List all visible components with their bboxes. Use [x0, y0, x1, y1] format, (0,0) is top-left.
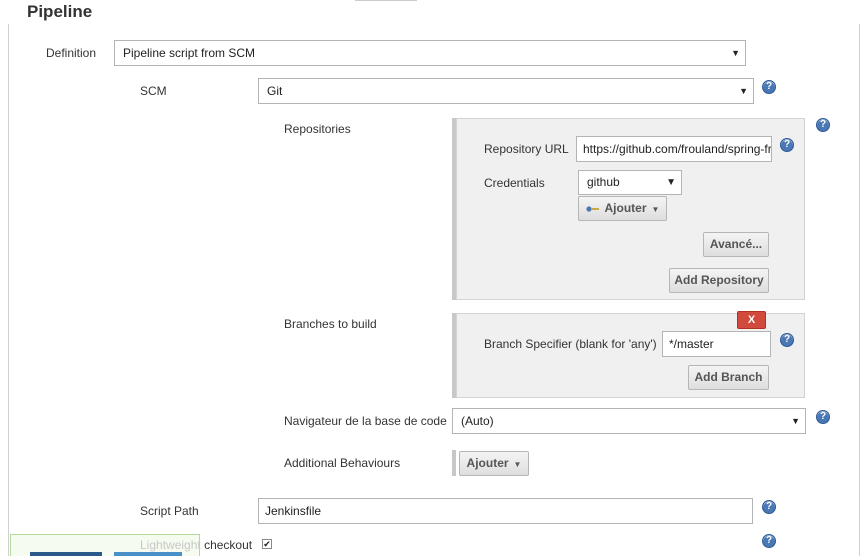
definition-label: Definition	[46, 46, 97, 60]
script-path-input[interactable]: Jenkinsfile	[258, 498, 753, 524]
add-repository-button[interactable]: Add Repository	[669, 268, 769, 293]
chevron-down-icon: ▼	[666, 177, 676, 188]
section-title: Pipeline	[27, 2, 93, 21]
add-credentials-label: Ajouter	[604, 201, 647, 215]
add-behaviour-label: Ajouter	[466, 456, 509, 470]
definition-select[interactable]: Pipeline script from SCM ▼	[114, 40, 746, 66]
script-path-label: Script Path	[140, 504, 199, 518]
repository-url-label: Repository URL	[484, 142, 569, 156]
help-icon[interactable]: ?	[762, 80, 776, 94]
add-credentials-button[interactable]: Ajouter ▼	[578, 196, 667, 221]
add-branch-button[interactable]: Add Branch	[688, 365, 769, 390]
browser-value: (Auto)	[461, 414, 494, 428]
lightweight-label-faded: Lightweight	[140, 538, 201, 552]
chevron-down-icon: ▼	[739, 86, 748, 96]
chevron-down-icon: ▼	[651, 205, 660, 214]
section-border-right	[859, 24, 860, 556]
branch-specifier-input[interactable]: */master	[662, 331, 771, 357]
branches-label: Branches to build	[284, 317, 377, 331]
help-icon[interactable]: ?	[780, 333, 794, 347]
help-icon[interactable]: ?	[816, 410, 830, 424]
browser-select[interactable]: (Auto) ▼	[452, 408, 806, 434]
help-icon[interactable]: ?	[762, 534, 776, 548]
scm-value: Git	[267, 84, 283, 98]
tab-divider	[355, 0, 417, 1]
behaviours-panel-bar	[452, 450, 456, 476]
repositories-label: Repositories	[284, 122, 351, 136]
lightweight-checkout-label: Lightweight checkout	[140, 538, 252, 552]
lightweight-label: checkout	[204, 538, 253, 552]
credentials-select[interactable]: github ▼	[578, 170, 682, 195]
add-behaviour-button[interactable]: Ajouter ▼	[459, 451, 529, 476]
lightweight-checkbox[interactable]: ✔	[262, 539, 272, 549]
definition-value: Pipeline script from SCM	[123, 46, 256, 60]
chevron-down-icon: ▼	[731, 48, 740, 58]
save-button[interactable]	[30, 552, 102, 556]
help-icon[interactable]: ?	[780, 138, 794, 152]
help-icon[interactable]: ?	[762, 500, 776, 514]
key-icon	[585, 206, 599, 212]
repository-url-input[interactable]: https://github.com/frouland/spring-fr	[576, 136, 772, 162]
chevron-down-icon: ▼	[513, 460, 522, 469]
credentials-value: github	[587, 175, 620, 189]
section-border-left	[8, 24, 9, 556]
scm-select[interactable]: Git ▼	[258, 78, 754, 104]
credentials-label: Credentials	[484, 176, 545, 190]
chevron-down-icon: ▼	[791, 416, 800, 426]
delete-branch-button[interactable]: X	[737, 311, 766, 329]
branch-specifier-label: Branch Specifier (blank for 'any')	[484, 337, 657, 351]
advanced-button[interactable]: Avancé...	[703, 232, 769, 257]
behaviours-label: Additional Behaviours	[284, 456, 401, 470]
apply-button[interactable]	[114, 552, 182, 556]
browser-label: Navigateur de la base de code	[284, 414, 447, 428]
scm-label: SCM	[140, 84, 167, 98]
help-icon[interactable]: ?	[816, 118, 830, 132]
